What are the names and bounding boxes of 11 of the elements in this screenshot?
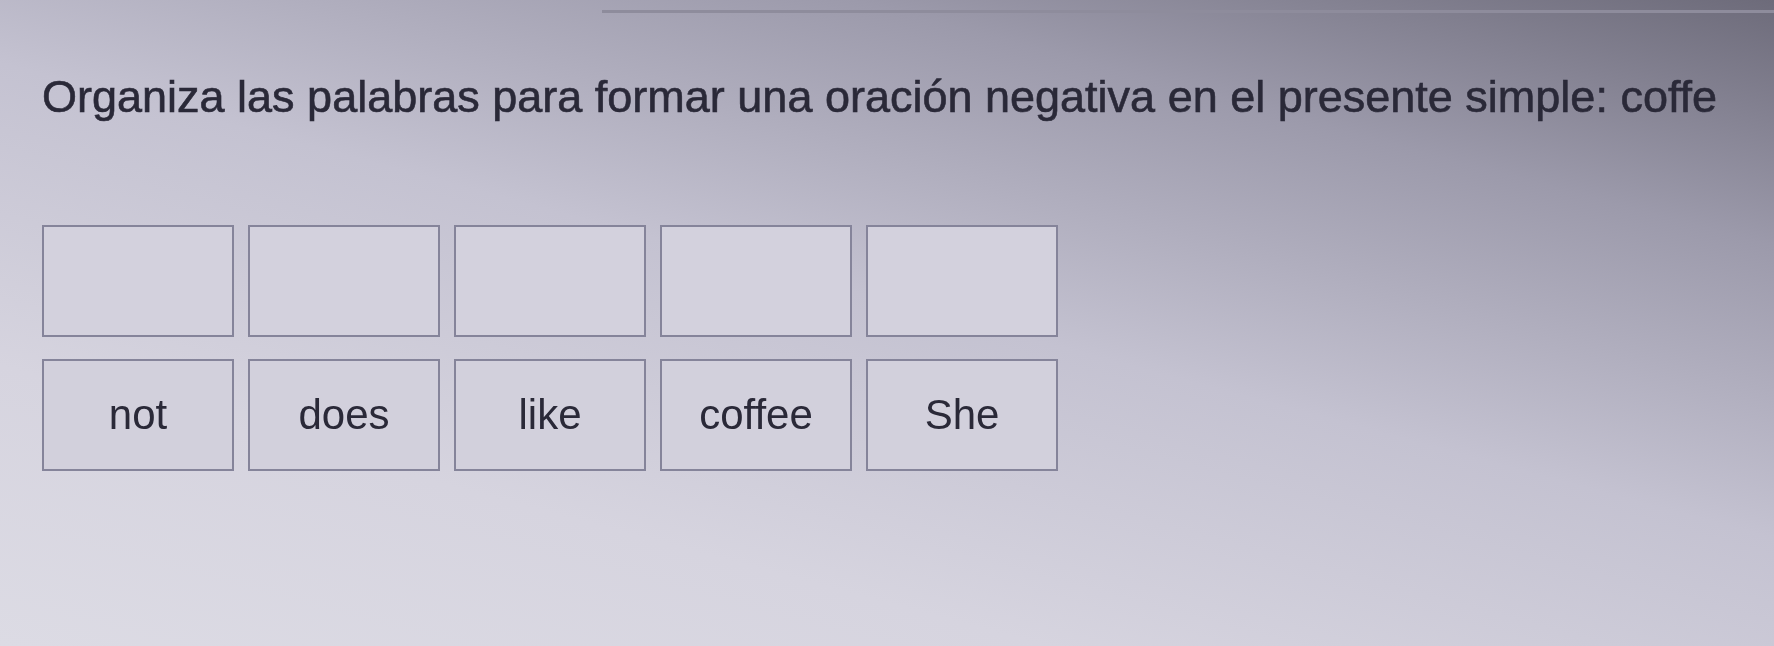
answer-slot[interactable] xyxy=(248,224,440,337)
answer-slot[interactable] xyxy=(866,224,1058,337)
word-tile[interactable]: not xyxy=(42,358,234,471)
answer-slot[interactable] xyxy=(454,224,646,337)
instruction-text: Organiza las palabras para formar una oración negativa en el presente simple: coffe xyxy=(42,71,1718,123)
answer-slot[interactable] xyxy=(660,224,852,337)
answer-slot[interactable] xyxy=(42,224,234,337)
word-tile[interactable]: coffee xyxy=(660,358,852,471)
word-tile[interactable]: like xyxy=(454,358,646,471)
word-tile[interactable]: She xyxy=(866,358,1058,471)
word-tile[interactable]: does xyxy=(248,358,440,471)
